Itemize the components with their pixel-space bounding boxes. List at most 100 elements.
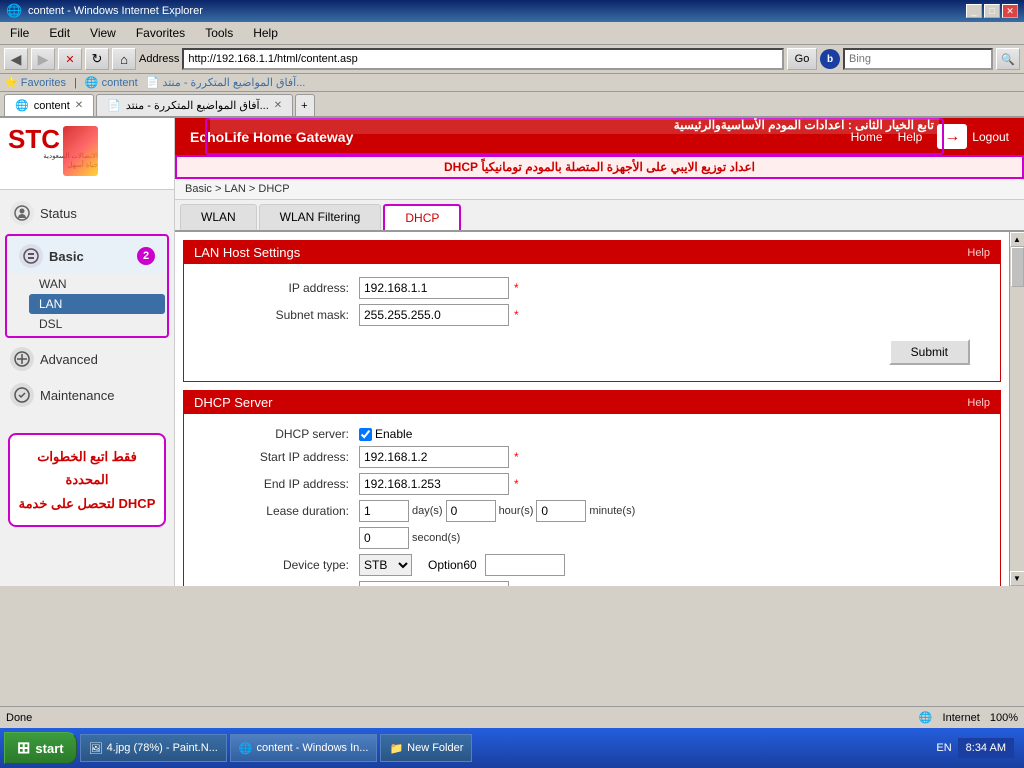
- header-home-link[interactable]: Home: [851, 130, 883, 144]
- start-ip2-required: *: [514, 585, 519, 586]
- favorites-button[interactable]: ⭐ Favorites: [4, 76, 66, 89]
- scroll-up-button[interactable]: ▲: [1010, 232, 1024, 247]
- ie-icon: 🌐: [6, 3, 22, 19]
- tab-dhcp-label: DHCP: [405, 211, 439, 225]
- subnet-mask-field: *: [359, 304, 519, 326]
- close-button[interactable]: ✕: [1002, 4, 1018, 18]
- lan-submit-button[interactable]: Submit: [889, 339, 970, 365]
- lease-seconds-field: second(s): [359, 527, 460, 549]
- menu-file[interactable]: File: [4, 24, 35, 42]
- menu-tools[interactable]: Tools: [199, 24, 239, 42]
- taskbar-item-ie[interactable]: 🌐 content - Windows In...: [230, 734, 378, 762]
- minimize-button[interactable]: _: [966, 4, 982, 18]
- menu-view[interactable]: View: [84, 24, 122, 42]
- tab-wlan[interactable]: WLAN: [180, 204, 257, 230]
- refresh-button[interactable]: ↻: [85, 48, 109, 70]
- sidebar-item-lan[interactable]: LAN: [29, 294, 165, 314]
- menu-edit[interactable]: Edit: [43, 24, 76, 42]
- taskbar-item-paint[interactable]: 🖼 4.jpg (78%) - Paint.N...: [80, 734, 227, 762]
- dhcp-help-link[interactable]: Help: [967, 397, 990, 409]
- header-links: Home Help → Logout: [851, 124, 1009, 149]
- lan-host-settings-section: LAN Host Settings Help IP address: *: [183, 240, 1001, 382]
- start-ip2-label: Start IP address:: [199, 585, 359, 586]
- menu-favorites[interactable]: Favorites: [130, 24, 191, 42]
- tab-content[interactable]: 🌐 content ✕: [4, 94, 94, 116]
- sidebar-item-dsl[interactable]: DSL: [29, 314, 165, 334]
- basic-badge: 2: [137, 247, 155, 265]
- tab-wlan-filtering[interactable]: WLAN Filtering: [259, 204, 382, 230]
- info-text: فقط اتبع الخطوات المحددة DHCP لتحصل على …: [19, 449, 156, 511]
- search-button[interactable]: 🔍: [996, 48, 1020, 70]
- home-button[interactable]: ⌂: [112, 48, 136, 70]
- stc-logo-image: STC الاتصالات السعوديةجياة أسهل: [8, 126, 98, 181]
- dhcp-server-body: DHCP server: Enable Start IP address:: [184, 414, 1000, 586]
- status-right: 🌐 Internet 100%: [919, 711, 1018, 724]
- sidebar-navigation: Status Basic 2 WAN LAN DSL: [0, 190, 174, 418]
- sidebar-item-basic[interactable]: Basic 2: [9, 238, 165, 274]
- minutes-label: minute(s): [589, 505, 635, 517]
- advanced-icon: [10, 347, 34, 371]
- scroll-track[interactable]: [1010, 247, 1024, 571]
- seconds-label: second(s): [412, 532, 460, 544]
- basic-section-box: Basic 2 WAN LAN DSL: [5, 234, 169, 338]
- option60-label: Option60: [428, 558, 477, 572]
- toolbar: ◀ ▶ ✕ ↻ ⌂ Address Go b 🔍: [0, 45, 1024, 74]
- start-ip-input[interactable]: [359, 446, 509, 468]
- sidebar-item-advanced[interactable]: Advanced: [0, 341, 174, 377]
- lan-host-settings-body: IP address: * Subnet mask: *: [184, 264, 1000, 381]
- sidebar-item-maintenance[interactable]: Maintenance: [0, 377, 174, 413]
- lease-seconds-input[interactable]: [359, 527, 409, 549]
- subtitle-annotation: اعداد توزيع الايبي على الأجهزة المتصلة ب…: [175, 155, 1024, 179]
- dhcp-enable-text: Enable: [375, 427, 412, 441]
- fav-item-1[interactable]: 🌐 content: [85, 76, 138, 89]
- menu-help[interactable]: Help: [247, 24, 284, 42]
- stop-button[interactable]: ✕: [58, 48, 82, 70]
- tab-afaq[interactable]: 📄 آفاق المواضيع المتكررة - منتد... ✕: [96, 94, 293, 116]
- maximize-button[interactable]: □: [984, 4, 1000, 18]
- tab-close-button2[interactable]: ✕: [274, 100, 282, 111]
- taskbar-item-folder[interactable]: 📁 New Folder: [380, 734, 472, 762]
- fav-item-2[interactable]: 📄 آفاق المواضيع المتكررة - منتد...: [146, 76, 306, 89]
- dhcp-enable-checkbox[interactable]: [359, 428, 372, 441]
- end-ip-input[interactable]: [359, 473, 509, 495]
- browser-tab-bar: 🌐 content ✕ 📄 آفاق المواضيع المتكررة - م…: [0, 92, 1024, 118]
- browser-content: STC الاتصالات السعوديةجياة أسهل Status: [0, 118, 1024, 586]
- window-title: content - Windows Internet Explorer: [28, 5, 966, 17]
- dhcp-server-row: DHCP server: Enable: [199, 427, 985, 441]
- forward-button[interactable]: ▶: [31, 48, 55, 70]
- scroll-down-button[interactable]: ▼: [1010, 571, 1024, 586]
- logout-link[interactable]: Logout: [972, 130, 1009, 144]
- device-type-select[interactable]: STB PC Other: [359, 554, 412, 576]
- subnet-mask-input[interactable]: [359, 304, 509, 326]
- lease-hours-input[interactable]: [446, 500, 496, 522]
- maintenance-icon: [10, 383, 34, 407]
- back-button[interactable]: ◀: [4, 48, 28, 70]
- address-input[interactable]: [182, 48, 784, 70]
- lan-help-link[interactable]: Help: [967, 247, 990, 259]
- start-ip-required: *: [514, 450, 519, 464]
- new-tab-button[interactable]: +: [295, 94, 315, 116]
- lease-minutes-input[interactable]: [536, 500, 586, 522]
- start-ip-label: Start IP address:: [199, 450, 359, 464]
- search-input[interactable]: [843, 48, 993, 70]
- tab-wlan-label: WLAN: [201, 210, 236, 224]
- sidebar-item-status[interactable]: Status: [0, 195, 174, 231]
- taskbar-right: EN 8:34 AM: [936, 738, 1020, 758]
- scroll-thumb[interactable]: [1011, 247, 1024, 287]
- device-type-label: Device type:: [199, 558, 359, 572]
- page-title: EchoLife Home Gateway: [190, 129, 353, 145]
- start-button[interactable]: ⊞ start: [4, 732, 77, 764]
- tab-close-button[interactable]: ✕: [75, 100, 83, 111]
- header-help-link[interactable]: Help: [898, 130, 923, 144]
- end-ip-field: *: [359, 473, 519, 495]
- ip-address-input[interactable]: [359, 277, 509, 299]
- sidebar-item-wan[interactable]: WAN: [29, 274, 165, 294]
- option60-input[interactable]: [485, 554, 565, 576]
- status-icon: [10, 201, 34, 225]
- go-button[interactable]: Go: [787, 48, 817, 70]
- start-ip2-input[interactable]: [359, 581, 509, 586]
- lease-days-input[interactable]: [359, 500, 409, 522]
- info-annotation-box: فقط اتبع الخطوات المحددة DHCP لتحصل على …: [8, 433, 166, 527]
- tab-dhcp[interactable]: DHCP: [383, 204, 461, 230]
- vertical-scrollbar[interactable]: ▲ ▼: [1009, 232, 1024, 586]
